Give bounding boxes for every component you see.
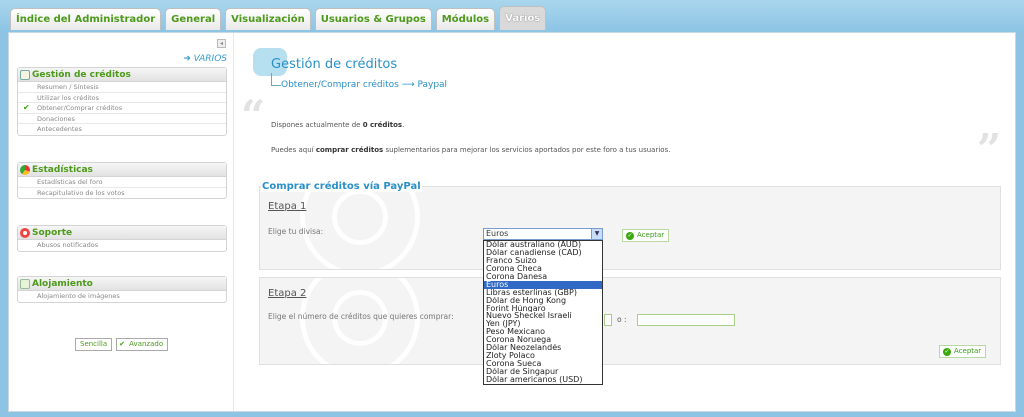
currency-option[interactable]: Dólar de Hong Kong (484, 297, 602, 305)
sidebar-item-image-hosting[interactable]: Alojamiento de imágenes (18, 291, 226, 302)
balance-text: Dispones actualmente de 0 créditos. (271, 121, 405, 129)
currency-option[interactable]: Corona Danesa (484, 273, 602, 281)
sidebar: ◂ ➜ VARIOS Gestión de créditos Resumen /… (9, 33, 234, 411)
currency-option[interactable]: Libras esterlinas (GBP) (484, 289, 602, 297)
pie-chart-icon (20, 165, 30, 175)
step2-label: Elige el número de créditos que quieres … (268, 312, 454, 321)
breadcrumb-step-paypal[interactable]: Paypal (417, 80, 447, 90)
top-bar: Índice del Administrador General Visuali… (0, 0, 1024, 32)
currency-option[interactable]: Yen (JPY) (484, 320, 602, 328)
sidebar-box-statistics: Estadísticas Estadísticas del foro Recap… (17, 162, 227, 199)
credits-select-edge[interactable] (604, 314, 612, 326)
or-label: o : (617, 315, 627, 324)
step1-label: Elige tu divisa: (268, 227, 324, 236)
page-title: Gestión de créditos (271, 57, 398, 72)
step2-title: Etapa 2 (268, 288, 307, 299)
check-icon: ✔ (23, 103, 30, 112)
step1-accept-button[interactable]: ✓ Aceptar (622, 229, 670, 242)
currency-option[interactable]: Peso Mexicano (484, 328, 602, 336)
currency-option[interactable]: Forint Húngaro (484, 305, 602, 313)
sidebar-box-header[interactable]: Soporte (18, 226, 226, 240)
section-title: Comprar créditos vía PayPal (261, 181, 422, 192)
currency-select[interactable]: Euros ▼ (483, 228, 603, 240)
simple-mode-button[interactable]: Sencilla (75, 338, 113, 351)
credits-amount-input[interactable] (637, 314, 735, 326)
mode-buttons: Sencilla ✔ Avanzado (75, 338, 169, 351)
sidebar-box-credits: Gestión de créditos Resumen / Síntesis U… (17, 67, 227, 136)
chevron-down-icon[interactable]: ▼ (591, 229, 602, 239)
tab-admin-index[interactable]: Índice del Administrador (10, 8, 162, 30)
sidebar-box-header[interactable]: Alojamiento (18, 277, 226, 291)
currency-option[interactable]: Dólar australiano (AUD) (484, 241, 602, 249)
hosting-icon (20, 279, 30, 289)
currency-option[interactable]: Nuevo Sheckel Israelí (484, 312, 602, 320)
breadcrumb-connector (271, 73, 281, 86)
sidebar-box-header[interactable]: Estadísticas (18, 163, 226, 177)
sidebar-box-support: Soporte Abusos notificados (17, 225, 227, 252)
lifebuoy-icon (20, 228, 30, 238)
breadcrumb-arrow-icon: ⟶ (401, 80, 415, 90)
currency-option[interactable]: Dólar de Singapur (484, 368, 602, 376)
currency-option[interactable]: Corona Checa (484, 265, 602, 273)
sidebar-item-buy-credits[interactable]: ✔ Obtener/Comprar créditos (18, 103, 226, 114)
tab-users-groups[interactable]: Usuarios & Grupos (314, 8, 432, 30)
sidebar-item-forum-stats[interactable]: Estadísticas del foro (18, 177, 226, 188)
currency-dropdown-list: Dólar australiano (AUD) Dólar canadiense … (483, 240, 603, 385)
sidebar-box-header[interactable]: Gestión de créditos (18, 68, 226, 82)
step2-accept-button[interactable]: ✓ Aceptar (939, 345, 987, 358)
sidebar-item-votes-summary[interactable]: Recapitulativo de los votos (18, 188, 226, 199)
page-content: ◂ ➜ VARIOS Gestión de créditos Resumen /… (8, 32, 1016, 412)
currency-option[interactable]: Zloty Polaco (484, 352, 602, 360)
main-content: Gestión de créditos Obtener/Comprar créd… (235, 33, 1015, 411)
sidebar-item-summary[interactable]: Resumen / Síntesis (18, 82, 226, 93)
currency-option[interactable]: Corona Sueca (484, 360, 602, 368)
tab-various[interactable]: Varios (499, 6, 547, 30)
credits-icon (20, 70, 30, 80)
check-icon: ✔ (119, 340, 126, 348)
open-quote-icon: “ (241, 91, 266, 140)
check-icon: ✓ (943, 348, 951, 356)
check-icon: ✓ (626, 232, 634, 240)
tab-modules[interactable]: Módulos (435, 8, 496, 30)
sidebar-item-use-credits[interactable]: Utilizar los créditos (18, 93, 226, 103)
step1-title: Etapa 1 (268, 201, 307, 212)
sidebar-box-hosting: Alojamiento Alojamiento de imágenes (17, 276, 227, 303)
currency-option[interactable]: Euros (484, 280, 602, 289)
currency-option[interactable]: Dólar Neozelandés (484, 344, 602, 352)
collapse-sidebar-icon[interactable]: ◂ (217, 39, 226, 48)
close-quote-icon: ” (977, 125, 1002, 174)
section-link-various[interactable]: ➜ VARIOS (183, 54, 227, 64)
currency-option[interactable]: Corona Noruega (484, 336, 602, 344)
advanced-mode-button[interactable]: ✔ Avanzado (116, 338, 169, 351)
sidebar-item-history[interactable]: Antecedentes (18, 124, 226, 135)
swirl-decoration (332, 189, 388, 245)
step1-panel: Etapa 1 Elige tu divisa: ✓ Aceptar (259, 186, 1001, 270)
tab-general[interactable]: General (165, 8, 222, 30)
info-text: Puedes aquí comprar créditos suplementar… (271, 146, 671, 154)
tab-display[interactable]: Visualización (225, 8, 311, 30)
sidebar-item-donations[interactable]: Donaciones (18, 114, 226, 124)
sidebar-item-reported-abuse[interactable]: Abusos notificados (18, 240, 226, 251)
currency-option[interactable]: Dólar canadiense (CAD) (484, 249, 602, 257)
currency-option[interactable]: Franco Suizo (484, 257, 602, 265)
breadcrumb: Obtener/Comprar créditos ⟶ Paypal (281, 80, 447, 90)
breadcrumb-step-buy[interactable]: Obtener/Comprar créditos (281, 80, 399, 90)
currency-option[interactable]: Dólar americanos (USD) (484, 376, 602, 384)
admin-tabs: Índice del Administrador General Visuali… (10, 6, 550, 30)
step2-panel: Etapa 2 Elige el número de créditos que … (259, 277, 1001, 365)
